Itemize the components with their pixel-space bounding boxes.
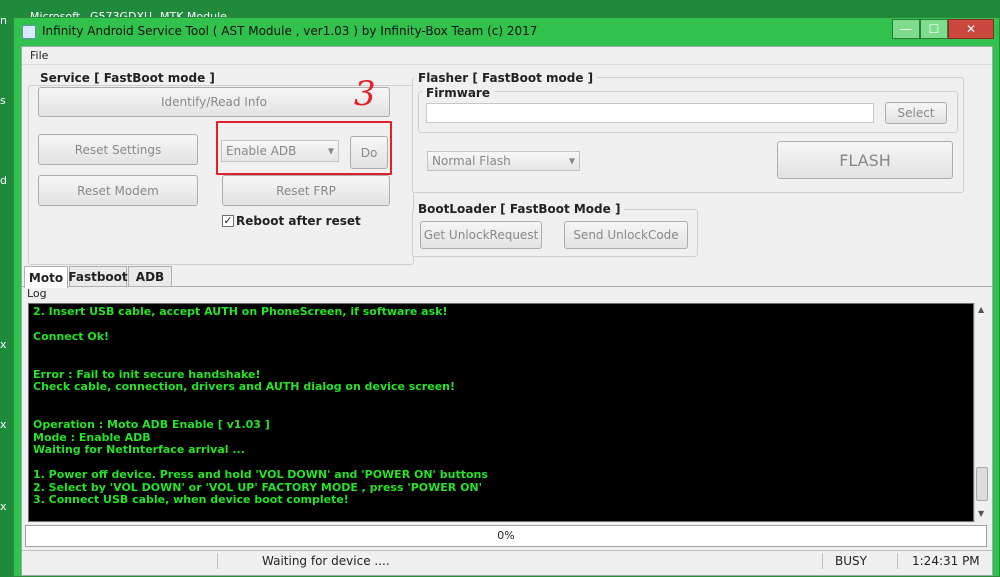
status-bar: Waiting for device .... BUSY 1:24:31 PM [22,550,992,575]
select-firmware-button[interactable]: Select [885,102,947,124]
reboot-after-reset-label: Reboot after reset [236,214,361,228]
scroll-up-icon[interactable]: ▲ [978,305,984,314]
reset-frp-button[interactable]: Reset FRP [222,175,390,206]
send-unlock-code-button[interactable]: Send UnlockCode [564,221,688,249]
firmware-path-input[interactable] [426,103,874,123]
log-panel[interactable]: 2. Insert USB cable, accept AUTH on Phon… [28,303,974,522]
tab-strip-line [22,286,992,287]
chevron-down-icon: ▼ [327,146,334,156]
tab-moto[interactable]: Moto [24,266,68,288]
log-line: Check cable, connection, drivers and AUT… [33,380,456,393]
app-icon [22,25,36,39]
tab-fastboot[interactable]: Fastboot [68,266,128,286]
log-line: Operation : Moto ADB Enable [ v1.03 ] [33,418,270,431]
flash-mode-combo[interactable]: Normal Flash ▼ [427,151,580,171]
log-line: 3. Connect USB cable, when device boot c… [33,493,349,506]
progress-bar: 0% [25,525,987,547]
app-window: Infinity Android Service Tool ( AST Modu… [13,17,1000,577]
log-line: Connect Ok! [33,330,110,343]
desktop-edge-text: s [0,94,6,107]
do-button[interactable]: Do [350,136,388,169]
reboot-after-reset-checkbox[interactable]: ✓ [222,215,234,227]
service-mode-combo-value: Enable ADB [226,144,297,158]
desktop-edge-text: d [0,174,7,187]
log-line: Waiting for NetInterface arrival ... [33,443,245,456]
scroll-down-icon[interactable]: ▼ [978,509,984,518]
desktop-edge-text: n [0,14,7,27]
annotation-number: 3 [354,74,376,114]
firmware-label: Firmware [422,86,494,100]
status-state: BUSY [822,553,905,569]
status-time: 1:24:31 PM [897,553,1000,569]
scrollbar-thumb[interactable] [976,467,988,501]
minimize-button[interactable]: — [892,19,920,39]
progress-label: 0% [497,529,515,542]
window-title: Infinity Android Service Tool ( AST Modu… [42,24,538,38]
log-line: 2. Insert USB cable, accept AUTH on Phon… [33,305,448,318]
log-line: 1. Power off device. Press and hold 'VOL… [33,468,488,481]
chevron-down-icon: ▼ [568,156,575,166]
get-unlock-request-button[interactable]: Get UnlockRequest [420,221,542,249]
service-group-title: Service [ FastBoot mode ] [36,71,219,85]
title-bar[interactable]: Infinity Android Service Tool ( AST Modu… [14,18,999,46]
desktop-edge-text: x [0,338,7,351]
flash-mode-combo-value: Normal Flash [432,154,511,168]
flash-button[interactable]: FLASH [777,141,953,179]
menu-file[interactable]: File [30,49,48,62]
flasher-group-title: Flasher [ FastBoot mode ] [414,71,598,85]
reset-modem-button[interactable]: Reset Modem [38,175,198,206]
status-message: Waiting for device .... [217,553,822,569]
maximize-button[interactable]: ☐ [920,19,948,39]
desktop-edge-text: x [0,500,7,513]
close-button[interactable]: ✕ [948,19,994,39]
bootloader-group-title: BootLoader [ FastBoot Mode ] [414,202,625,216]
menu-bar: File [22,47,992,65]
log-scrollbar[interactable]: ▲ ▼ [974,303,989,522]
log-label: Log [27,287,47,300]
desktop-edge-text: x [0,418,7,431]
reset-settings-button[interactable]: Reset Settings [38,134,198,165]
tab-adb[interactable]: ADB [128,266,172,286]
client-area: File Service [ FastBoot mode ] Identify/… [21,46,993,576]
service-mode-combo[interactable]: Enable ADB ▼ [221,140,339,162]
identify-read-info-button[interactable]: Identify/Read Info [38,87,390,117]
